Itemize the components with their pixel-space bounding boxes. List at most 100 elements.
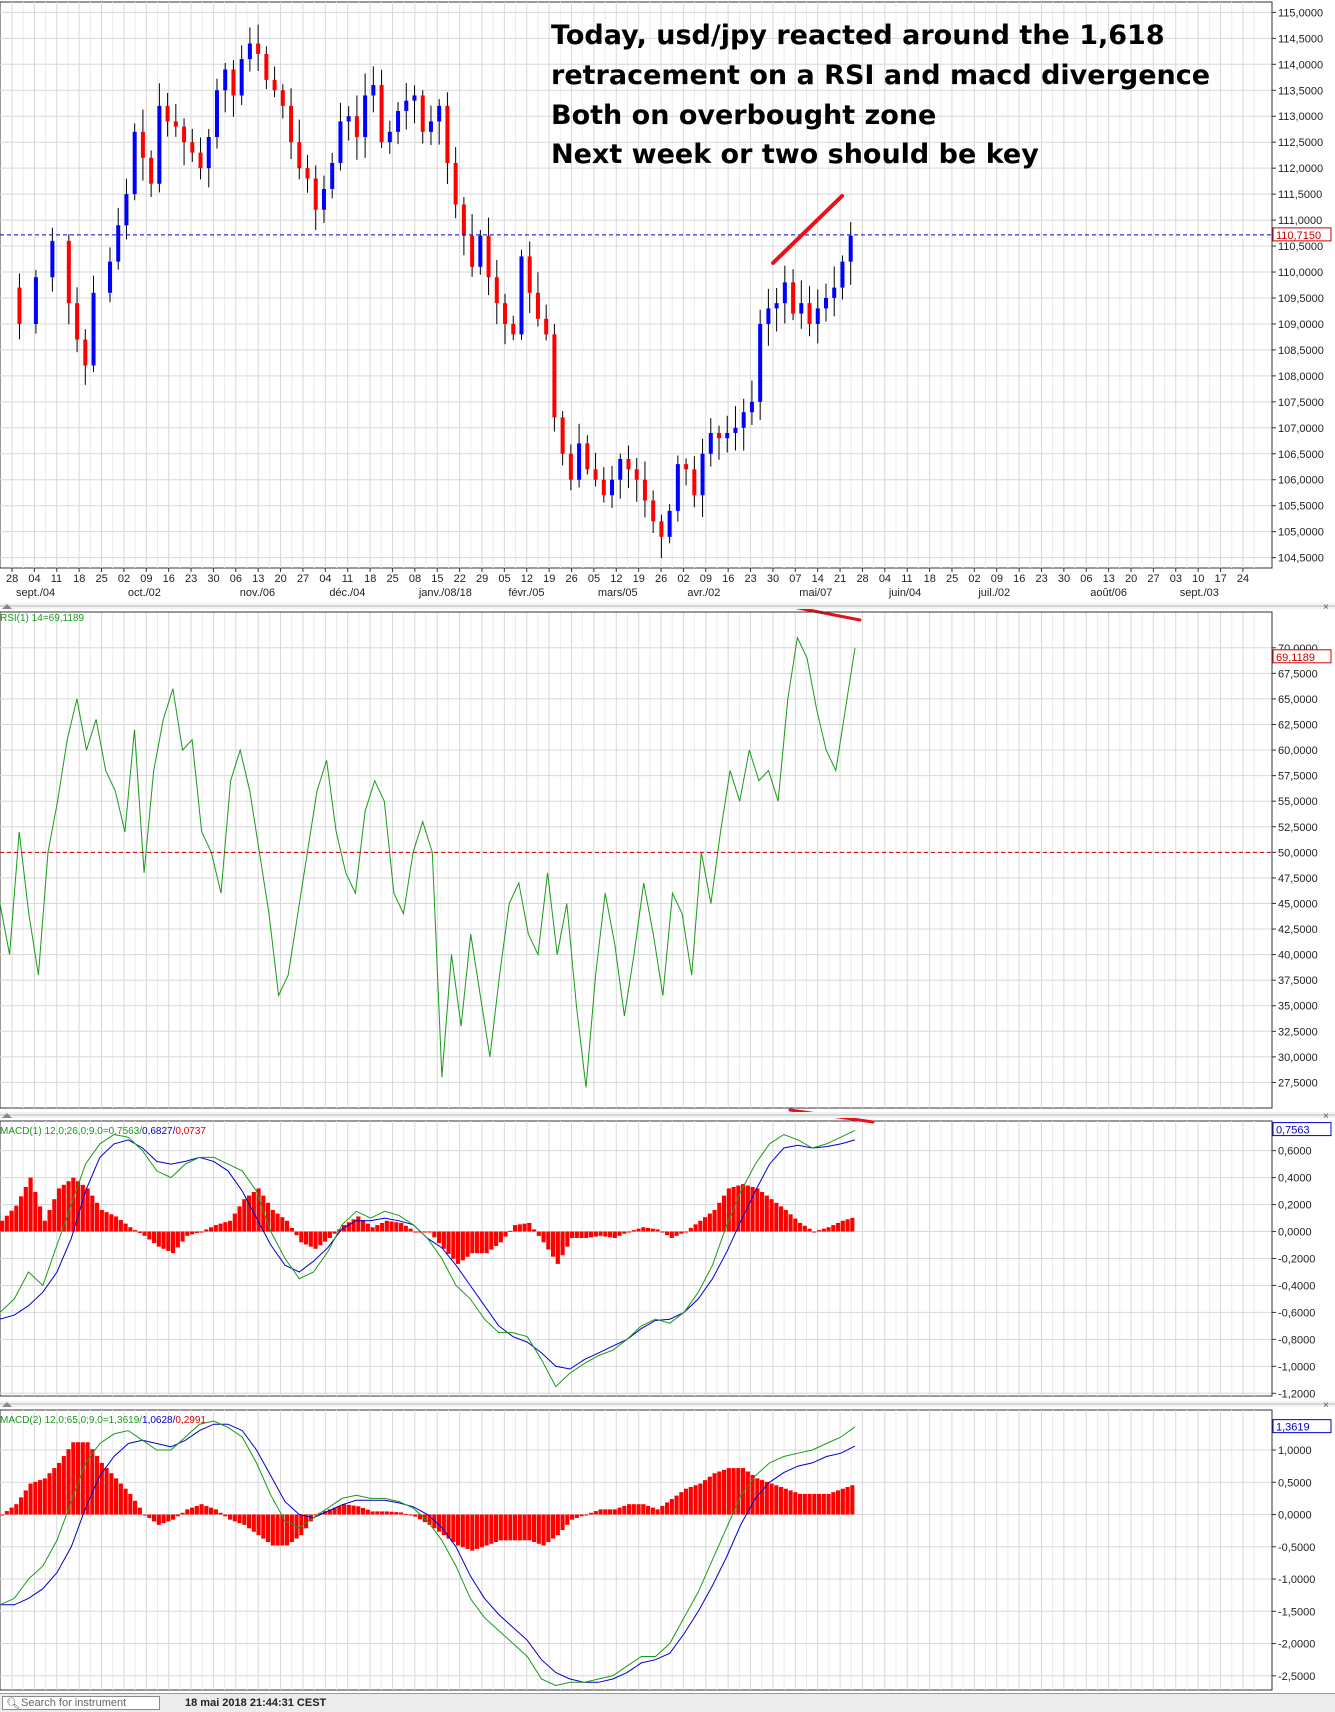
y-tick-label: 109,5000	[1278, 293, 1324, 305]
histogram-bar	[175, 1231, 180, 1248]
y-tick-label: 115,0000	[1278, 7, 1323, 19]
histogram-bar	[413, 1231, 418, 1233]
histogram-bar	[356, 1506, 361, 1515]
histogram-bar	[774, 1202, 779, 1232]
histogram-bar	[612, 1231, 617, 1239]
y-tick-label: 0,4000	[1278, 1173, 1312, 1185]
search-input[interactable]: Search for instrument	[2, 1696, 160, 1710]
histogram-bar	[836, 1222, 841, 1232]
x-tick-label: 22	[454, 573, 466, 585]
price-panel: 115,0000 114,5000 114,0000 113,5000 113,0000…	[0, 1, 1332, 599]
histogram-bar	[774, 1485, 779, 1515]
candle-up	[321, 188, 326, 210]
price-x-axis: 28 04 11 18 25 02 09 16 23 30 06 13 20 27 04 11 18 25 08 15…	[6, 568, 1249, 599]
x-tick-label: 27	[1147, 573, 1159, 585]
histogram-bar	[593, 1231, 598, 1237]
x-tick-label: 14	[812, 573, 824, 585]
candle-up	[437, 105, 442, 122]
candle-down	[231, 69, 236, 96]
histogram-bar	[95, 1202, 100, 1232]
candle-up	[206, 137, 211, 169]
x-tick-label: 09	[991, 573, 1003, 585]
histogram-bar	[171, 1231, 176, 1254]
histogram-bar	[574, 1231, 579, 1239]
histogram-bar	[489, 1514, 494, 1544]
candle-up	[116, 225, 121, 262]
histogram-bar	[33, 1481, 38, 1515]
histogram-bar	[375, 1511, 380, 1515]
histogram-bar	[104, 1468, 109, 1515]
histogram-bar	[574, 1514, 579, 1518]
histogram-bar	[532, 1229, 537, 1232]
histogram-bar	[19, 1497, 24, 1515]
candle-down	[149, 157, 154, 184]
histogram-bar	[541, 1514, 546, 1546]
y-tick-label: 27,5000	[1278, 1077, 1318, 1089]
histogram-bar	[850, 1217, 855, 1232]
price-last-value-badge: 110,7150	[1272, 227, 1332, 242]
histogram-bar	[513, 1225, 518, 1232]
histogram-bar	[223, 1514, 228, 1517]
x-month-label: mai/07	[799, 587, 832, 599]
candle-down	[494, 277, 499, 304]
histogram-bar	[741, 1184, 746, 1232]
x-tick-label: 29	[476, 573, 488, 585]
candle-down	[354, 116, 359, 138]
histogram-bar	[232, 1514, 237, 1522]
x-tick-label: 02	[968, 573, 980, 585]
histogram-bar	[28, 1177, 33, 1232]
histogram-bar	[247, 1514, 252, 1529]
candle-up	[815, 308, 820, 324]
histogram-bar	[237, 1514, 242, 1524]
histogram-bar	[266, 1514, 271, 1543]
candle-down	[593, 469, 598, 480]
histogram-bar	[228, 1514, 233, 1520]
macd1-grid	[0, 1120, 1273, 1397]
candle-up	[832, 287, 837, 298]
candle-down	[453, 162, 458, 205]
candle-down	[289, 105, 294, 143]
histogram-bar	[627, 1504, 632, 1515]
candle-down	[173, 121, 178, 127]
histogram-bar	[503, 1231, 508, 1237]
candle-up	[799, 303, 804, 314]
histogram-bar	[403, 1225, 408, 1232]
histogram-bar	[285, 1514, 290, 1546]
histogram-bar	[123, 1488, 128, 1515]
candle-down	[470, 235, 475, 267]
histogram-bar	[840, 1220, 845, 1232]
histogram-bar	[437, 1231, 442, 1244]
candle-down	[634, 469, 639, 480]
candle-down	[568, 453, 573, 480]
histogram-bar	[465, 1231, 470, 1257]
histogram-bar	[703, 1480, 708, 1515]
histogram-bar	[850, 1485, 855, 1515]
candle-down	[280, 90, 285, 106]
candle-up	[404, 100, 409, 112]
annotation-line-2: retracement on a RSI and macd divergence	[551, 60, 1210, 91]
histogram-bar	[693, 1224, 698, 1232]
x-tick-label: 17	[1215, 573, 1227, 585]
candle-down	[692, 469, 697, 496]
candle-down	[420, 95, 425, 132]
search-icon: 🔍︎	[6, 1698, 20, 1710]
histogram-bar	[128, 1227, 133, 1232]
histogram-bar	[608, 1231, 613, 1238]
histogram-bar	[99, 1209, 104, 1232]
x-tick-label: 23	[745, 573, 757, 585]
x-tick-label: 05	[588, 573, 600, 585]
histogram-bar	[783, 1209, 788, 1232]
candle-up	[675, 464, 680, 511]
histogram-bar	[304, 1231, 309, 1245]
x-tick-label: 11	[51, 573, 62, 585]
histogram-bar	[33, 1191, 38, 1232]
status-timestamp: 18 mai 2018 21:44:31 CEST	[185, 1697, 327, 1709]
histogram-bar	[527, 1514, 532, 1541]
histogram-bar	[608, 1509, 613, 1515]
histogram-bar	[617, 1507, 622, 1515]
histogram-bar	[313, 1231, 318, 1249]
histogram-bar	[631, 1504, 636, 1515]
histogram-bar	[755, 1188, 760, 1232]
histogram-bar	[52, 1199, 57, 1232]
y-tick-label: 0,0000	[1278, 1227, 1312, 1239]
